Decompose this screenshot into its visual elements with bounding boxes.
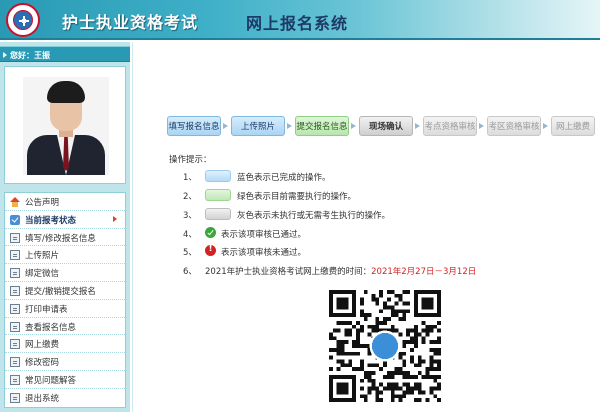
sidebar-item-faq[interactable]: 常见问题解答 [5, 371, 125, 389]
greeting-bar: 您好：王振 [0, 46, 130, 62]
tip-text: 表示该项审核已通过。 [221, 230, 307, 240]
document-icon [10, 250, 20, 261]
sidebar-item-submit[interactable]: 提交/撤销提交报名 [5, 282, 125, 300]
gray-swatch [205, 208, 231, 220]
step-site-review: 考点资格审核 [423, 116, 477, 136]
sidebar-item-label: 公告声明 [25, 198, 60, 208]
step-online-payment: 网上缴费 [551, 116, 595, 136]
page-header: 护士执业资格考试 网上报名系统 [0, 0, 600, 40]
tip-number: 6、 [183, 267, 197, 277]
sidebar-item-view-info[interactable]: 查看报名信息 [5, 318, 125, 336]
document-icon [10, 392, 20, 403]
sidebar-item-label: 修改密码 [25, 358, 60, 369]
blue-swatch [205, 170, 231, 182]
sidebar-item-label: 打印申请表 [25, 304, 68, 315]
arrow-right-icon [415, 123, 420, 129]
tip-number: 5、 [183, 248, 197, 258]
sidebar-item-password[interactable]: 修改密码 [5, 353, 125, 371]
document-icon [10, 268, 20, 279]
sidebar-menu: 公告声明 当前报考状态 填写/修改报名信息 上传照片 绑定微信 提交/撤销提交报… [4, 192, 126, 408]
user-greeting: 您好：王振 [10, 51, 50, 60]
sidebar-item-edit-info[interactable]: 填写/修改报名信息 [5, 229, 125, 247]
document-icon [10, 339, 20, 350]
tip-text: 绿色表示目前需要执行的操作。 [237, 192, 357, 202]
check-circle-icon [205, 227, 216, 238]
arrow-right-icon [351, 123, 356, 129]
payment-date-range: 2021年2月27日－3月12日 [371, 267, 477, 277]
step-onsite-confirm: 现场确认 [359, 116, 413, 136]
document-icon [10, 321, 20, 332]
step-upload-photo[interactable]: 上传照片 [231, 116, 285, 136]
step-fill-info[interactable]: 填写报名信息 [167, 116, 221, 136]
site-title: 护士执业资格考试 [62, 13, 199, 32]
site-subtitle: 网上报名系统 [246, 14, 349, 33]
qr-code-graphic [329, 290, 441, 402]
sidebar-item-bind-wechat[interactable]: 绑定微信 [5, 264, 125, 282]
arrow-right-icon [543, 123, 548, 129]
sidebar-item-status[interactable]: 当前报考状态 [5, 211, 125, 229]
triangle-icon [3, 52, 7, 58]
tip-text: 表示该项审核未通过。 [221, 248, 307, 258]
document-icon [10, 357, 20, 368]
tip-number: 2、 [183, 192, 197, 202]
sidebar-item-label: 查看报名信息 [25, 322, 77, 333]
user-photo [23, 77, 109, 175]
arrow-right-icon [479, 123, 484, 129]
tip-text: 灰色表示未执行或无需考生执行的操作。 [237, 211, 391, 221]
nursing-logo-icon [6, 3, 40, 37]
sidebar-item-label: 当前报考状态 [25, 215, 77, 226]
tip-number: 1、 [183, 173, 197, 183]
qr-code [329, 290, 441, 402]
arrow-right-icon [113, 215, 117, 222]
sidebar-item-payment[interactable]: 网上缴费 [5, 335, 125, 354]
sidebar-item-label: 网上缴费 [25, 340, 60, 351]
house-icon [10, 197, 20, 207]
sidebar: 您好：王振 公告声明 当前报考状态 填写/修改报名信息 上传照片 绑定微信 提交… [0, 42, 130, 412]
arrow-right-icon [287, 123, 292, 129]
main-content: 填写报名信息 上传照片 提交报名信息 现场确认 考点资格审核 考区资格审核 网上… [132, 42, 600, 412]
document-icon [10, 285, 20, 296]
sidebar-item-logout[interactable]: 退出系统 [5, 389, 125, 407]
progress-steps: 填写报名信息 上传照片 提交报名信息 现场确认 考点资格审核 考区资格审核 网上… [167, 116, 597, 136]
warning-circle-icon [205, 244, 216, 256]
tip-number: 3、 [183, 211, 197, 221]
sidebar-item-label: 退出系统 [25, 393, 60, 404]
tip-text: 2021年护士执业资格考试网上缴费的时间：2021年2月27日－3月12日 [205, 265, 476, 277]
sidebar-item-print[interactable]: 打印申请表 [5, 300, 125, 318]
step-region-review: 考区资格审核 [487, 116, 541, 136]
arrow-right-icon [223, 123, 228, 129]
sidebar-item-announcement[interactable]: 公告声明 [5, 193, 125, 211]
sidebar-item-label: 填写/修改报名信息 [25, 233, 96, 244]
sidebar-item-label: 上传照片 [25, 251, 60, 262]
document-icon [10, 374, 20, 385]
document-icon [10, 303, 20, 314]
document-icon [10, 232, 20, 243]
tip-number: 4、 [183, 230, 197, 240]
step-submit-info[interactable]: 提交报名信息 [295, 116, 349, 136]
checkbox-icon [10, 214, 20, 225]
sidebar-item-label: 绑定微信 [25, 269, 60, 280]
sidebar-item-label: 提交/撤销提交报名 [25, 286, 96, 297]
tip-text: 蓝色表示已完成的操作。 [237, 173, 331, 183]
sidebar-item-label: 常见问题解答 [25, 375, 77, 386]
tips-title: 操作提示： [169, 155, 212, 165]
sidebar-item-upload-photo[interactable]: 上传照片 [5, 246, 125, 265]
tip-text-main: 2021年护士执业资格考试网上缴费的时间： [205, 267, 372, 277]
user-photo-frame [4, 66, 126, 184]
green-swatch [205, 189, 231, 201]
